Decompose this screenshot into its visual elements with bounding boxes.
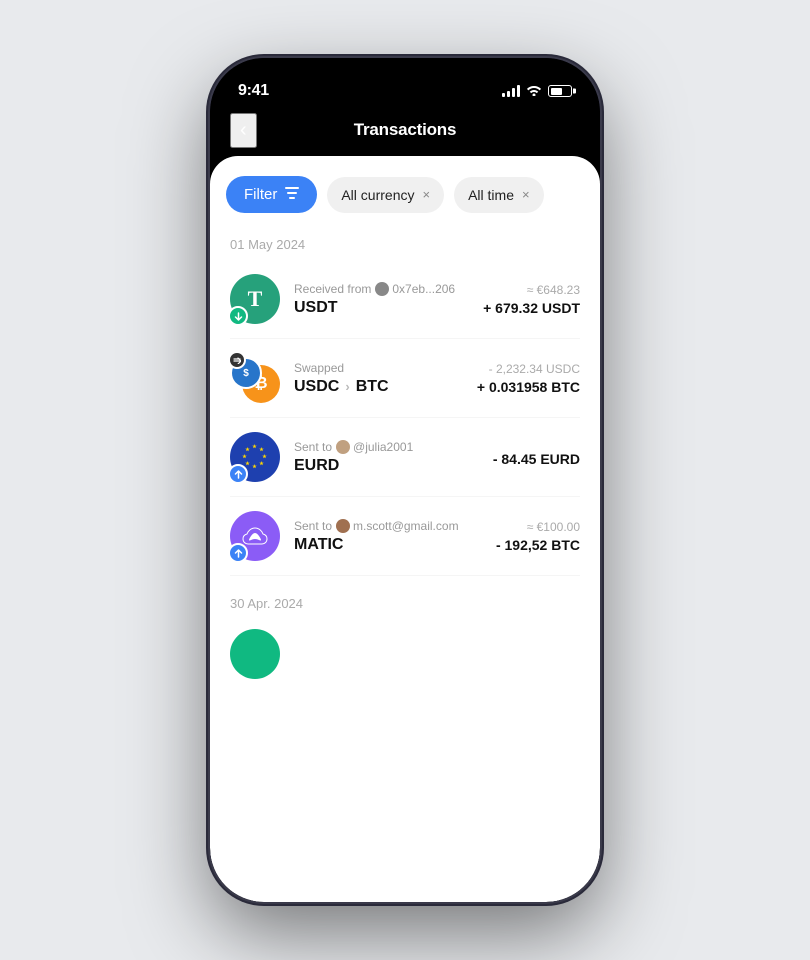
tx-subtitle-matic: Sent to m.scott@gmail.com: [294, 519, 482, 533]
tx-fiat-matic: ≈ €100.00: [496, 520, 580, 534]
tx-title-swap: USDC › BTC: [294, 378, 463, 396]
tx-logo-eurd: ★ ★ ★ ★ ★ ★ ★ ★: [230, 432, 280, 482]
filter-bar: Filter All currency ×: [210, 156, 600, 229]
date-label-1: 01 May 2024: [210, 229, 600, 264]
signal-icon: [502, 85, 520, 97]
divider-1: [230, 338, 580, 339]
tx-title-matic: MATIC: [294, 536, 482, 554]
addr-icon: [375, 282, 389, 296]
time-chip-label: All time: [468, 187, 514, 203]
bottom-padding: [210, 689, 600, 729]
screen: 9:41: [210, 58, 600, 902]
date-label-2: 30 Apr. 2024: [210, 580, 600, 619]
tx-subtitle-usdt: Received from 0x7eb...206: [294, 282, 469, 296]
transaction-item-matic[interactable]: Sent to m.scott@gmail.com MATIC ≈ €100.0…: [210, 501, 600, 571]
back-button[interactable]: ‹: [230, 113, 257, 148]
scott-avatar: [336, 519, 350, 533]
tx-info-usdt: Received from 0x7eb...206 USDT: [294, 282, 469, 317]
tx-subtitle-swap: Swapped: [294, 361, 463, 375]
tx-info-swap: Swapped USDC › BTC: [294, 361, 463, 396]
time-chip-close[interactable]: ×: [522, 187, 530, 202]
placeholder-item: [210, 619, 600, 689]
tx-crypto-swap: + 0.031958 BTC: [477, 379, 580, 395]
nav-header: ‹ Transactions: [210, 110, 600, 156]
currency-chip-label: All currency: [341, 187, 414, 203]
currency-chip[interactable]: All currency ×: [327, 177, 444, 213]
send-badge-matic: [228, 543, 248, 563]
tx-amounts-matic: ≈ €100.00 - 192,52 BTC: [496, 520, 580, 553]
tx-subtitle-eurd: Sent to @julia2001: [294, 440, 479, 454]
filter-icon: [285, 186, 299, 203]
phone-frame: 9:41: [210, 58, 600, 902]
tx-info-eurd: Sent to @julia2001 EURD: [294, 440, 479, 475]
tx-info-matic: Sent to m.scott@gmail.com MATIC: [294, 519, 482, 554]
divider-4: [230, 575, 580, 576]
tx-logo-swap: $ ₿: [230, 353, 280, 403]
dynamic-island: [345, 70, 465, 104]
battery-icon: [548, 85, 572, 97]
tx-title-eurd: EURD: [294, 457, 479, 475]
tx-fiat-usdt: ≈ €648.23: [483, 283, 580, 297]
tx-amounts-eurd: - 84.45 EURD: [493, 448, 580, 467]
transaction-item-usdt[interactable]: T Received from 0: [210, 264, 600, 334]
tx-crypto-matic: - 192,52 BTC: [496, 537, 580, 553]
tx-amounts-usdt: ≈ €648.23 + 679.32 USDT: [483, 283, 580, 316]
tx-fiat-swap: - 2,232.34 USDC: [477, 362, 580, 376]
tx-amounts-swap: - 2,232.34 USDC + 0.031958 BTC: [477, 362, 580, 395]
divider-3: [230, 496, 580, 497]
currency-chip-close[interactable]: ×: [422, 187, 430, 202]
main-content: Filter All currency ×: [210, 156, 600, 902]
transaction-item-eurd[interactable]: ★ ★ ★ ★ ★ ★ ★ ★: [210, 422, 600, 492]
placeholder-icon: [230, 629, 280, 679]
tx-crypto-eurd: - 84.45 EURD: [493, 451, 580, 467]
tx-logo-matic: [230, 511, 280, 561]
tx-crypto-usdt: + 679.32 USDT: [483, 300, 580, 316]
status-icons: [502, 83, 572, 99]
swap-arrow-icon: ›: [345, 379, 349, 394]
filter-button-label: Filter: [244, 186, 277, 203]
status-time: 9:41: [238, 82, 269, 100]
swap-badge: [228, 351, 246, 369]
divider-2: [230, 417, 580, 418]
julia-avatar: [336, 440, 350, 454]
page-title: Transactions: [354, 120, 456, 140]
wifi-icon: [526, 83, 542, 99]
send-badge-eurd: [228, 464, 248, 484]
time-chip[interactable]: All time ×: [454, 177, 544, 213]
tx-logo-usdt: T: [230, 274, 280, 324]
transaction-item-swap[interactable]: $ ₿ Swapped USDC › BTC: [210, 343, 600, 413]
tx-title-usdt: USDT: [294, 299, 469, 317]
swap-icons: $ ₿: [230, 353, 280, 403]
filter-button[interactable]: Filter: [226, 176, 317, 213]
receive-badge: [228, 306, 248, 326]
